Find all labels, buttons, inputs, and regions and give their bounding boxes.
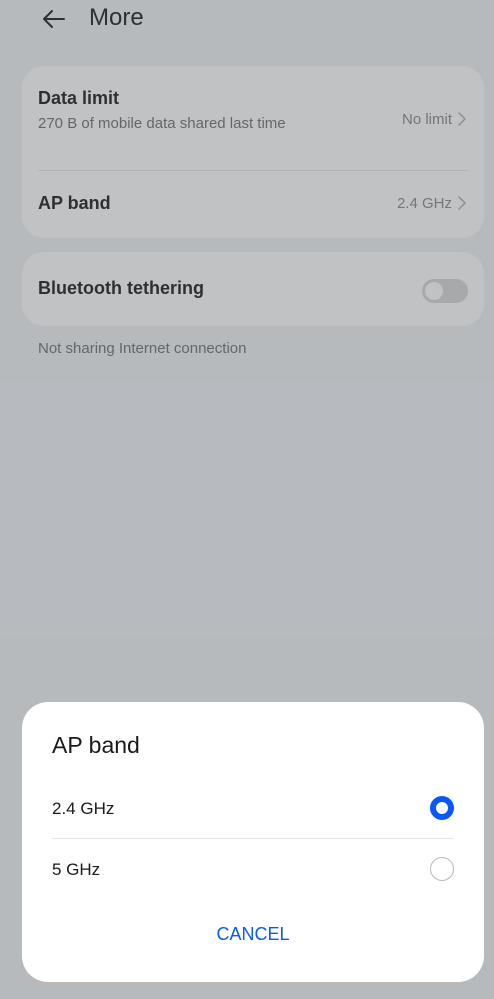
- option-label: 2.4 GHz: [52, 799, 115, 818]
- dialog-title: AP band: [52, 732, 140, 758]
- option-label: 5 GHz: [52, 860, 101, 879]
- radio-unselected[interactable]: [430, 857, 454, 881]
- ap-band-dialog: AP band 2.4 GHz 5 GHz CANCEL: [22, 702, 484, 982]
- option-2-4-ghz[interactable]: 2.4 GHz: [22, 778, 484, 838]
- radio-selected[interactable]: [430, 796, 454, 820]
- cancel-button[interactable]: CANCEL: [22, 912, 484, 956]
- option-5-ghz[interactable]: 5 GHz: [22, 839, 484, 899]
